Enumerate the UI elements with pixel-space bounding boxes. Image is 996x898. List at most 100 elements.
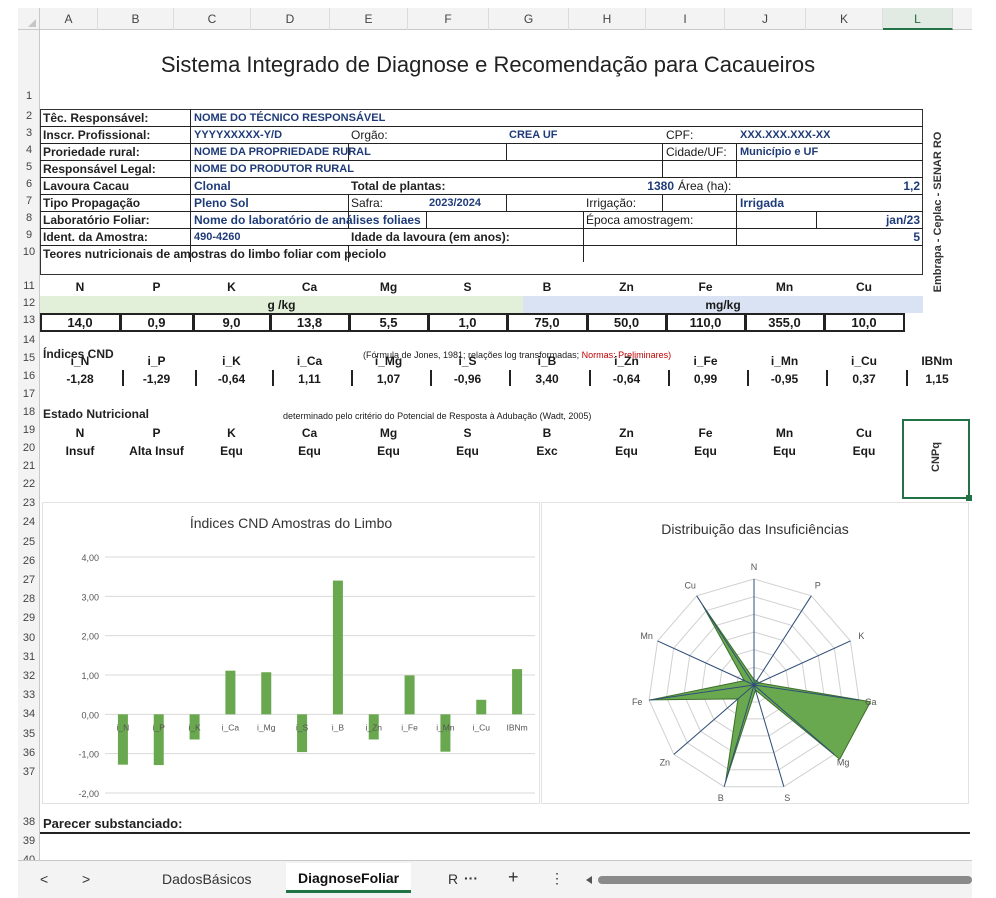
row-header-14[interactable]: 14 [18,334,40,346]
bar-mark[interactable] [440,714,451,752]
row-header-30[interactable]: 30 [18,632,40,644]
lavoura-value[interactable]: Clonal [194,178,231,194]
row-header-6[interactable]: 6 [18,178,40,190]
ident-value[interactable]: 490-4260 [194,229,241,245]
cnd-value[interactable]: -0,64 [587,371,666,387]
row-header-7[interactable]: 7 [18,195,40,207]
column-header-k[interactable]: K [806,8,883,30]
next-sheet-button[interactable]: > [82,871,90,887]
estado-value[interactable]: Alta Insuf [120,443,193,459]
bar-mark[interactable] [297,714,308,753]
bar-mark[interactable] [404,675,415,715]
bar-mark[interactable] [332,580,343,715]
cpf-value[interactable]: XXX.XXX.XXX-XX [740,127,830,143]
cnd-value[interactable]: 3,40 [507,371,587,387]
estado-value[interactable]: Equ [349,443,428,459]
row-header-12[interactable]: 12 [18,297,40,309]
estado-value[interactable]: Insuf [40,443,120,459]
row-header-16[interactable]: 16 [18,370,40,382]
row-header-1[interactable]: 1 [18,90,40,102]
column-header-j[interactable]: J [725,8,806,30]
cnd-value[interactable]: 1,15 [904,371,970,387]
row-header-15[interactable]: 15 [18,352,40,364]
column-header-f[interactable]: F [408,8,489,30]
cidade-value[interactable]: Município e UF [740,144,818,160]
column-header-g[interactable]: G [489,8,569,30]
plantas-value[interactable]: 1380 [618,178,674,194]
row-header-31[interactable]: 31 [18,651,40,663]
cnd-value[interactable]: -1,28 [40,371,120,387]
estado-value[interactable]: Equ [270,443,349,459]
horizontal-scrollbar[interactable] [598,876,972,884]
prev-sheet-button[interactable]: < [40,871,48,887]
bar-mark[interactable] [261,672,272,715]
row-header-35[interactable]: 35 [18,728,40,740]
cnd-value[interactable]: 0,99 [666,371,745,387]
cnd-value[interactable]: -0,95 [745,371,824,387]
safra-value[interactable]: 2023/2024 [429,195,481,211]
prop-value[interactable]: NOME DA PROPRIEDADE RURAL [194,144,371,160]
row-header-2[interactable]: 2 [18,110,40,122]
cnd-value[interactable]: 1,07 [349,371,428,387]
row-header-13[interactable]: 13 [18,314,40,326]
column-header-d[interactable]: D [251,8,330,30]
epoca-value[interactable]: jan/23 [858,212,920,228]
radar-chart[interactable]: Distribuição das Insuficiências N P K Ca Mg S… [541,502,969,804]
fill-handle[interactable] [966,495,972,501]
row-header-34[interactable]: 34 [18,708,40,720]
column-header-l[interactable]: L [883,8,953,30]
cnd-value[interactable]: 0,37 [824,371,904,387]
row-header-8[interactable]: 8 [18,212,40,224]
more-tabs-button[interactable]: ··· [464,870,478,886]
estado-value[interactable]: Equ [428,443,507,459]
column-header-e[interactable]: E [330,8,408,30]
lab-value[interactable]: Nome do laboratório de análises foliaes [194,212,421,228]
row-header-20[interactable]: 20 [18,442,40,454]
column-header-i[interactable]: I [646,8,725,30]
row-header-36[interactable]: 36 [18,747,40,759]
area-value[interactable]: 1,2 [868,178,920,194]
row-header-19[interactable]: 19 [18,424,40,436]
estado-value[interactable]: Equ [193,443,270,459]
bar-mark[interactable] [512,669,523,715]
row-header-4[interactable]: 4 [18,144,40,156]
irrig-value[interactable]: Irrigada [740,195,784,211]
resp-value[interactable]: NOME DO PRODUTOR RURAL [194,161,354,177]
inscr-value[interactable]: YYYYXXXXX-Y/D [194,127,282,143]
row-header-24[interactable]: 24 [18,516,40,528]
cnd-value[interactable]: -0,96 [428,371,507,387]
row-header-29[interactable]: 29 [18,612,40,624]
cnd-value[interactable]: -0,64 [193,371,270,387]
column-header-c[interactable]: C [174,8,251,30]
row-header-27[interactable]: 27 [18,574,40,586]
cnd-value[interactable]: -1,29 [120,371,193,387]
estado-value[interactable]: Equ [666,443,745,459]
row-header-22[interactable]: 22 [18,478,40,490]
estado-value[interactable]: Equ [745,443,824,459]
row-header-3[interactable]: 3 [18,127,40,139]
row-header-26[interactable]: 26 [18,555,40,567]
row-header-33[interactable]: 33 [18,689,40,701]
column-header-h[interactable]: H [569,8,646,30]
tab-dados-basicos[interactable]: DadosBásicos [162,871,252,887]
row-header-9[interactable]: 9 [18,229,40,241]
bar-chart[interactable]: Índices CND Amostras do Limbo 4,00 3,00 2,… [42,502,540,804]
row-header-32[interactable]: 32 [18,670,40,682]
tab-r[interactable]: R [448,871,458,887]
row-header-21[interactable]: 21 [18,460,40,472]
orgao-value[interactable]: CREA UF [509,127,557,143]
tab-diagnose-foliar[interactable]: DiagnoseFoliar [286,863,412,893]
idade-value[interactable]: 5 [878,229,920,245]
row-header-17[interactable]: 17 [18,388,40,400]
tab-menu-icon[interactable]: ⋮ [550,870,564,887]
add-sheet-button[interactable]: + [508,867,519,888]
estado-value[interactable]: Equ [824,443,904,459]
column-header-b[interactable]: B [98,8,174,30]
scroll-left-icon[interactable] [584,876,592,884]
estado-value[interactable]: Equ [587,443,666,459]
row-header-37[interactable]: 37 [18,766,40,778]
tipo-value[interactable]: Pleno Sol [194,195,249,211]
radar-area[interactable] [650,604,872,782]
row-header-38[interactable]: 38 [18,816,40,828]
row-header-10[interactable]: 10 [18,246,40,258]
